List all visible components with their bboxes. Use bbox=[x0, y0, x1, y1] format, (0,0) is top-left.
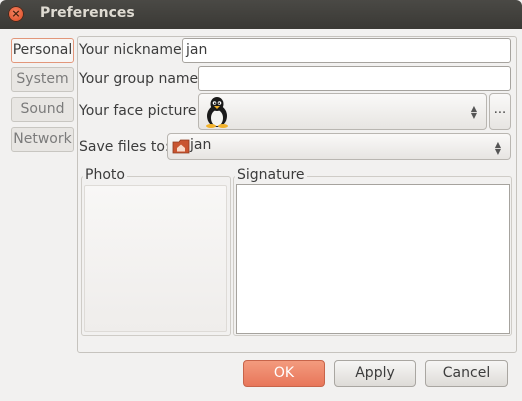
save-files-label: Save files to: bbox=[79, 139, 170, 155]
tab-sound[interactable]: Sound bbox=[11, 97, 74, 122]
tab-personal[interactable]: Personal bbox=[11, 38, 74, 63]
window-close-button[interactable]: × bbox=[8, 6, 24, 22]
save-files-combo[interactable]: jan ▲ ▼ bbox=[167, 133, 511, 160]
photo-button[interactable] bbox=[84, 185, 227, 332]
group-name-label: Your group name: bbox=[79, 71, 203, 87]
title-bar: × Preferences bbox=[0, 0, 522, 29]
face-picture-combo[interactable]: ▲ ▼ bbox=[198, 93, 487, 130]
tab-system[interactable]: System bbox=[11, 67, 74, 92]
combo-arrows-icon: ▲ ▼ bbox=[470, 104, 478, 120]
signature-textarea[interactable] bbox=[236, 184, 510, 334]
cancel-button[interactable]: Cancel bbox=[425, 360, 508, 387]
face-picture-browse-button[interactable]: ... bbox=[489, 93, 511, 130]
ok-button[interactable]: OK bbox=[243, 360, 325, 387]
home-folder-icon bbox=[172, 139, 190, 154]
tab-network[interactable]: Network bbox=[11, 127, 74, 152]
combo-arrows-icon: ▲ ▼ bbox=[494, 140, 502, 156]
apply-button[interactable]: Apply bbox=[334, 360, 416, 387]
save-files-value: jan bbox=[190, 137, 212, 153]
signature-frame-title: Signature bbox=[235, 167, 307, 183]
photo-frame-title: Photo bbox=[83, 167, 127, 183]
tux-penguin-icon bbox=[206, 97, 228, 128]
group-name-input[interactable] bbox=[198, 66, 511, 91]
nickname-input[interactable]: jan bbox=[182, 38, 511, 63]
window-title: Preferences bbox=[40, 5, 135, 21]
close-icon: × bbox=[11, 7, 21, 20]
face-picture-label: Your face picture: bbox=[79, 103, 202, 119]
nickname-label: Your nickname: bbox=[79, 42, 187, 58]
